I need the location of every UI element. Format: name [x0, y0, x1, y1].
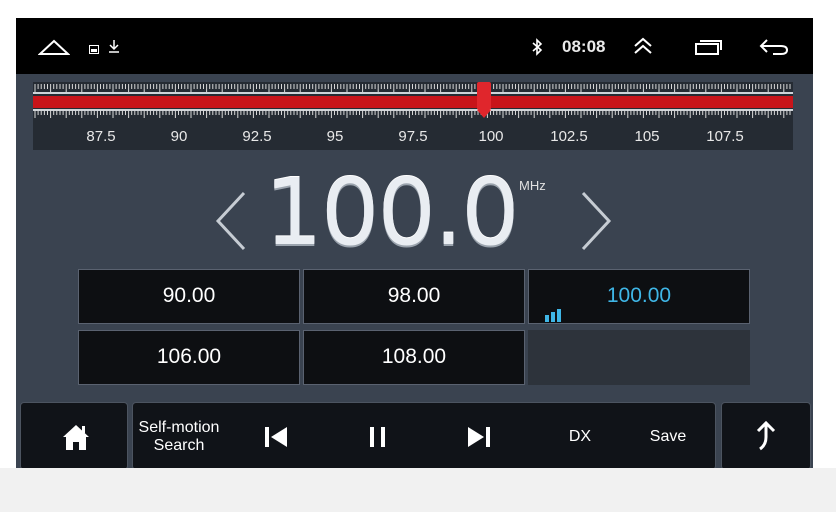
scale-label: 87.5 [86, 128, 116, 145]
self-motion-search-button[interactable]: Self-motion Search [135, 419, 223, 455]
tuning-needle[interactable] [477, 82, 491, 118]
bluetooth-icon [531, 38, 543, 61]
self-motion-label: Self-motion [138, 419, 220, 436]
preset-button[interactable]: 90.00 [78, 269, 300, 324]
previous-icon[interactable] [264, 425, 288, 454]
scale-label: 107.5 [706, 128, 744, 145]
return-button[interactable] [721, 402, 811, 470]
search-label: Search [153, 437, 205, 454]
save-button[interactable]: Save [643, 428, 693, 446]
home-button[interactable] [20, 402, 128, 470]
radio-app: 08:08 87.5 90 92.5 95 97.5 100 102.5 105… [16, 18, 813, 487]
page-bottom [0, 468, 836, 512]
preset-label: 100.00 [606, 284, 672, 307]
scale-label: 97.5 [398, 128, 428, 145]
chevron-up-double-icon[interactable] [632, 37, 654, 60]
scale-red-band [33, 96, 793, 108]
playback-controls: Self-motion Search DX Save [132, 402, 716, 470]
clock: 08:08 [562, 37, 606, 56]
scale-label: 105 [634, 128, 660, 145]
preset-label: 106.00 [156, 345, 222, 368]
pause-icon[interactable] [368, 425, 388, 454]
status-bar: 08:08 [16, 18, 813, 74]
scale-label: 95 [326, 128, 344, 145]
preset-button[interactable]: 106.00 [78, 330, 300, 385]
current-frequency: 100.0 [264, 159, 519, 266]
tune-up-chevron-icon[interactable] [579, 191, 613, 256]
frequency-unit: MHz [519, 178, 546, 193]
preset-label: 108.00 [381, 345, 447, 368]
home-outline-icon[interactable] [37, 37, 71, 62]
dx-button[interactable]: DX [560, 428, 600, 446]
image-icon [89, 42, 99, 60]
preset-button-active[interactable]: 100.00 [528, 269, 750, 324]
preset-label: 98.00 [387, 284, 441, 307]
frequency-scale[interactable]: 87.5 90 92.5 95 97.5 100 102.5 105 107.5 [33, 82, 793, 150]
home-icon [61, 423, 91, 456]
preset-button[interactable]: 108.00 [303, 330, 525, 385]
return-icon [754, 420, 778, 456]
download-icon [109, 40, 119, 58]
scale-label: 100 [478, 128, 504, 145]
back-icon[interactable] [759, 38, 789, 61]
preset-label: 90.00 [162, 284, 216, 307]
preset-empty-slot [528, 330, 750, 385]
scale-label: 90 [170, 128, 188, 145]
scale-label: 92.5 [242, 128, 272, 145]
recent-apps-icon[interactable] [695, 39, 723, 60]
next-icon[interactable] [467, 425, 491, 454]
tune-down-chevron-icon[interactable] [214, 191, 248, 256]
scale-label: 102.5 [550, 128, 588, 145]
preset-button[interactable]: 98.00 [303, 269, 525, 324]
